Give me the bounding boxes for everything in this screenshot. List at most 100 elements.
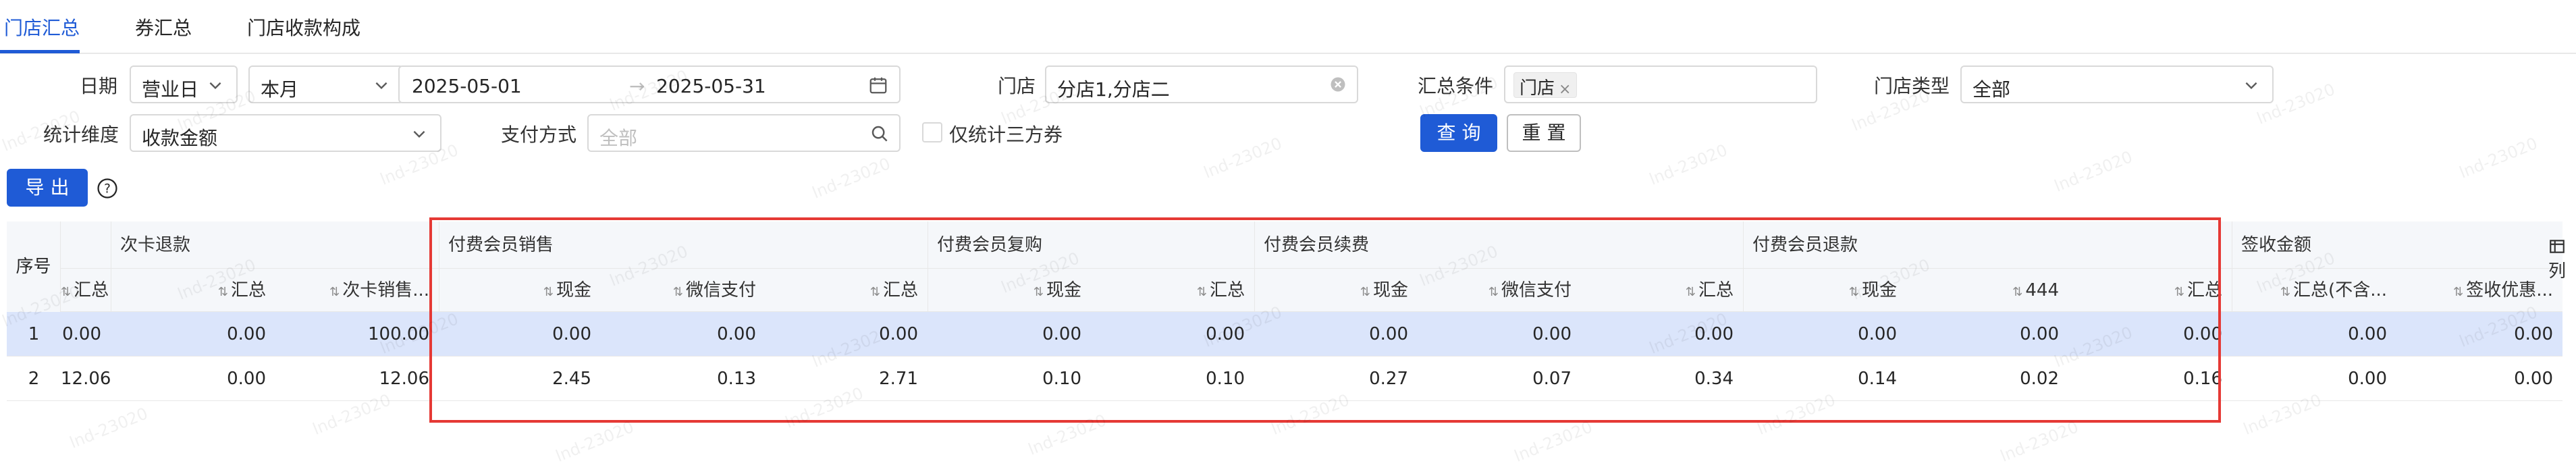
summary-table: 次卡退款 付费会员销售 付费会员复购 付费会员续费 付费会员退款 签收金额 ⇅ 汇… — [7, 221, 2562, 402]
table-cell: 0.00 — [227, 369, 266, 389]
calendar-icon — [869, 77, 887, 94]
table-cell: 0.27 — [1369, 369, 1408, 389]
sort-icon[interactable]: ⇅ — [2012, 285, 2022, 299]
column-header-label: 汇总 — [882, 280, 918, 300]
watermark-text: lnd-23020 — [67, 404, 151, 452]
column-header[interactable]: ⇅ 汇总(不含... — [2232, 269, 2396, 311]
column-header[interactable]: ⇅ 次卡销售... — [275, 269, 439, 311]
column-header-label: 汇总 — [74, 280, 109, 300]
column-header-label: 汇总 — [1209, 280, 1245, 300]
column-header[interactable]: ⇅ 汇总 — [2068, 269, 2232, 311]
group-header-member-repurchase: 付费会员复购 — [937, 235, 1043, 255]
store-type-select[interactable]: 全部 — [1960, 65, 2274, 103]
table-cell: 0.00 — [879, 324, 918, 344]
column-header[interactable]: ⇅ 444 — [1906, 269, 2068, 311]
column-header-label: 现金 — [556, 280, 591, 300]
column-header[interactable]: ⇅ 签收优惠... — [2396, 269, 2562, 311]
column-header-label: 微信支付 — [685, 280, 756, 300]
date-type-select[interactable]: 营业日 — [130, 65, 238, 103]
table-group-header-row: 次卡退款 付费会员销售 付费会员复购 付费会员续费 付费会员退款 签收金额 — [7, 221, 2562, 269]
dimension-label: 统计维度 — [43, 124, 119, 146]
table-cell: 0.00 — [1042, 324, 1081, 344]
help-icon-glyph: ? — [104, 182, 111, 196]
group-header-member-sales: 付费会员销售 — [448, 235, 554, 255]
table-cell: 0.16 — [2183, 369, 2222, 389]
table-columns-icon — [2550, 240, 2565, 253]
sort-icon[interactable]: ⇅ — [543, 285, 554, 299]
tab-coupon-summary[interactable]: 券汇总 — [135, 14, 192, 41]
tab-store-payment-composition[interactable]: 门店收款构成 — [247, 14, 360, 41]
sort-icon[interactable]: ⇅ — [870, 285, 880, 299]
column-header-label: 微信支付 — [1501, 280, 1572, 300]
tab-bar: 门店汇总 券汇总 门店收款构成 — [0, 0, 2576, 54]
dimension-value: 收款金额 — [142, 127, 218, 149]
summary-condition-select[interactable]: 门店 × — [1504, 65, 1817, 103]
sort-icon[interactable]: ⇅ — [1849, 285, 1859, 299]
column-header[interactable]: ⇅ 汇总 — [61, 269, 111, 311]
column-header[interactable]: ⇅ 现金 — [1743, 269, 1906, 311]
payment-method-select[interactable]: 全部 — [587, 114, 901, 152]
table-cell: 0.00 — [62, 324, 101, 344]
column-header[interactable]: ⇅ 汇总 — [1091, 269, 1254, 311]
date-range-picker[interactable]: 2025-05-01 → 2025-05-31 — [398, 65, 901, 103]
export-button[interactable]: 导 出 — [7, 169, 88, 207]
sort-icon[interactable]: ⇅ — [1034, 285, 1044, 299]
reset-button[interactable]: 重 置 — [1507, 114, 1581, 152]
table-cell: 2.45 — [552, 369, 591, 389]
column-header[interactable]: ⇅ 汇总 — [1581, 269, 1743, 311]
clear-icon[interactable] — [1329, 75, 1347, 94]
payment-method-placeholder: 全部 — [599, 127, 638, 149]
sort-icon[interactable]: ⇅ — [673, 285, 683, 299]
table-row[interactable]: 2 12.06 0.00 12.06 2.45 0.13 2.71 0.10 0.10 0.27 0… — [7, 357, 2562, 401]
sort-icon[interactable]: ⇅ — [218, 285, 228, 299]
help-icon[interactable]: ? — [96, 177, 119, 200]
column-divider — [1254, 221, 1255, 312]
column-settings-button[interactable]: 列 — [2544, 238, 2571, 282]
sort-icon[interactable]: ⇅ — [1360, 285, 1370, 299]
column-header-label: 444 — [2025, 280, 2059, 300]
sort-icon[interactable]: ⇅ — [1686, 285, 1696, 299]
third-party-coupon-checkbox[interactable] — [922, 122, 942, 142]
table-cell: 0.00 — [1206, 324, 1245, 344]
search-icon — [871, 126, 888, 142]
sort-icon[interactable]: ⇅ — [2280, 285, 2290, 299]
store-select[interactable]: 分店1,分店二 — [1045, 65, 1358, 103]
column-header-label: 汇总 — [2186, 280, 2222, 300]
third-party-coupon-label: 仅统计三方券 — [949, 124, 1063, 146]
column-header-label: 次卡销售... — [342, 280, 429, 300]
column-header[interactable]: ⇅ 汇总 — [111, 269, 275, 311]
period-select[interactable]: 本月 — [248, 65, 404, 103]
dimension-select[interactable]: 收款金额 — [130, 114, 441, 152]
sort-icon[interactable]: ⇅ — [2174, 285, 2184, 299]
date-end[interactable]: 2025-05-31 — [656, 75, 766, 97]
table-cell: 0.02 — [2020, 369, 2059, 389]
watermark-text: lnd-23020 — [553, 417, 637, 466]
date-type-value: 营业日 — [142, 78, 199, 101]
table-cell: 12.06 — [61, 369, 111, 389]
column-header-label: 现金 — [1372, 280, 1408, 300]
date-start[interactable]: 2025-05-01 — [412, 75, 522, 97]
sort-icon[interactable]: ⇅ — [1488, 285, 1499, 299]
table-cell: 0.00 — [2348, 324, 2387, 344]
date-label: 日期 — [80, 75, 118, 97]
column-header[interactable]: ⇅ 汇总 — [766, 269, 928, 311]
group-header-card-refund: 次卡退款 — [120, 235, 191, 255]
table-cell: 0.00 — [2348, 369, 2387, 389]
sort-icon[interactable]: ⇅ — [329, 285, 340, 299]
watermark-text: lnd-23020 — [2457, 134, 2540, 182]
tag-close-icon[interactable]: × — [1559, 81, 1571, 98]
table-row[interactable]: 1 0.00 0.00 100.00 0.00 0.00 0.00 0.00 0.00 0.00 0… — [7, 312, 2562, 357]
column-header[interactable]: ⇅ 现金 — [928, 269, 1091, 311]
column-header[interactable]: ⇅ 微信支付 — [601, 269, 766, 311]
column-header[interactable]: ⇅ 现金 — [439, 269, 601, 311]
tab-store-summary[interactable]: 门店汇总 — [4, 14, 80, 41]
period-value: 本月 — [261, 78, 299, 101]
column-header[interactable]: ⇅ 现金 — [1254, 269, 1418, 311]
sort-icon[interactable]: ⇅ — [2453, 285, 2463, 299]
table-cell: 0.10 — [1042, 369, 1081, 389]
column-header[interactable]: ⇅ 微信支付 — [1418, 269, 1581, 311]
table-cell: 0.00 — [1694, 324, 1734, 344]
query-button[interactable]: 查 询 — [1420, 114, 1497, 152]
sort-icon[interactable]: ⇅ — [61, 285, 71, 299]
sort-icon[interactable]: ⇅ — [1197, 285, 1207, 299]
